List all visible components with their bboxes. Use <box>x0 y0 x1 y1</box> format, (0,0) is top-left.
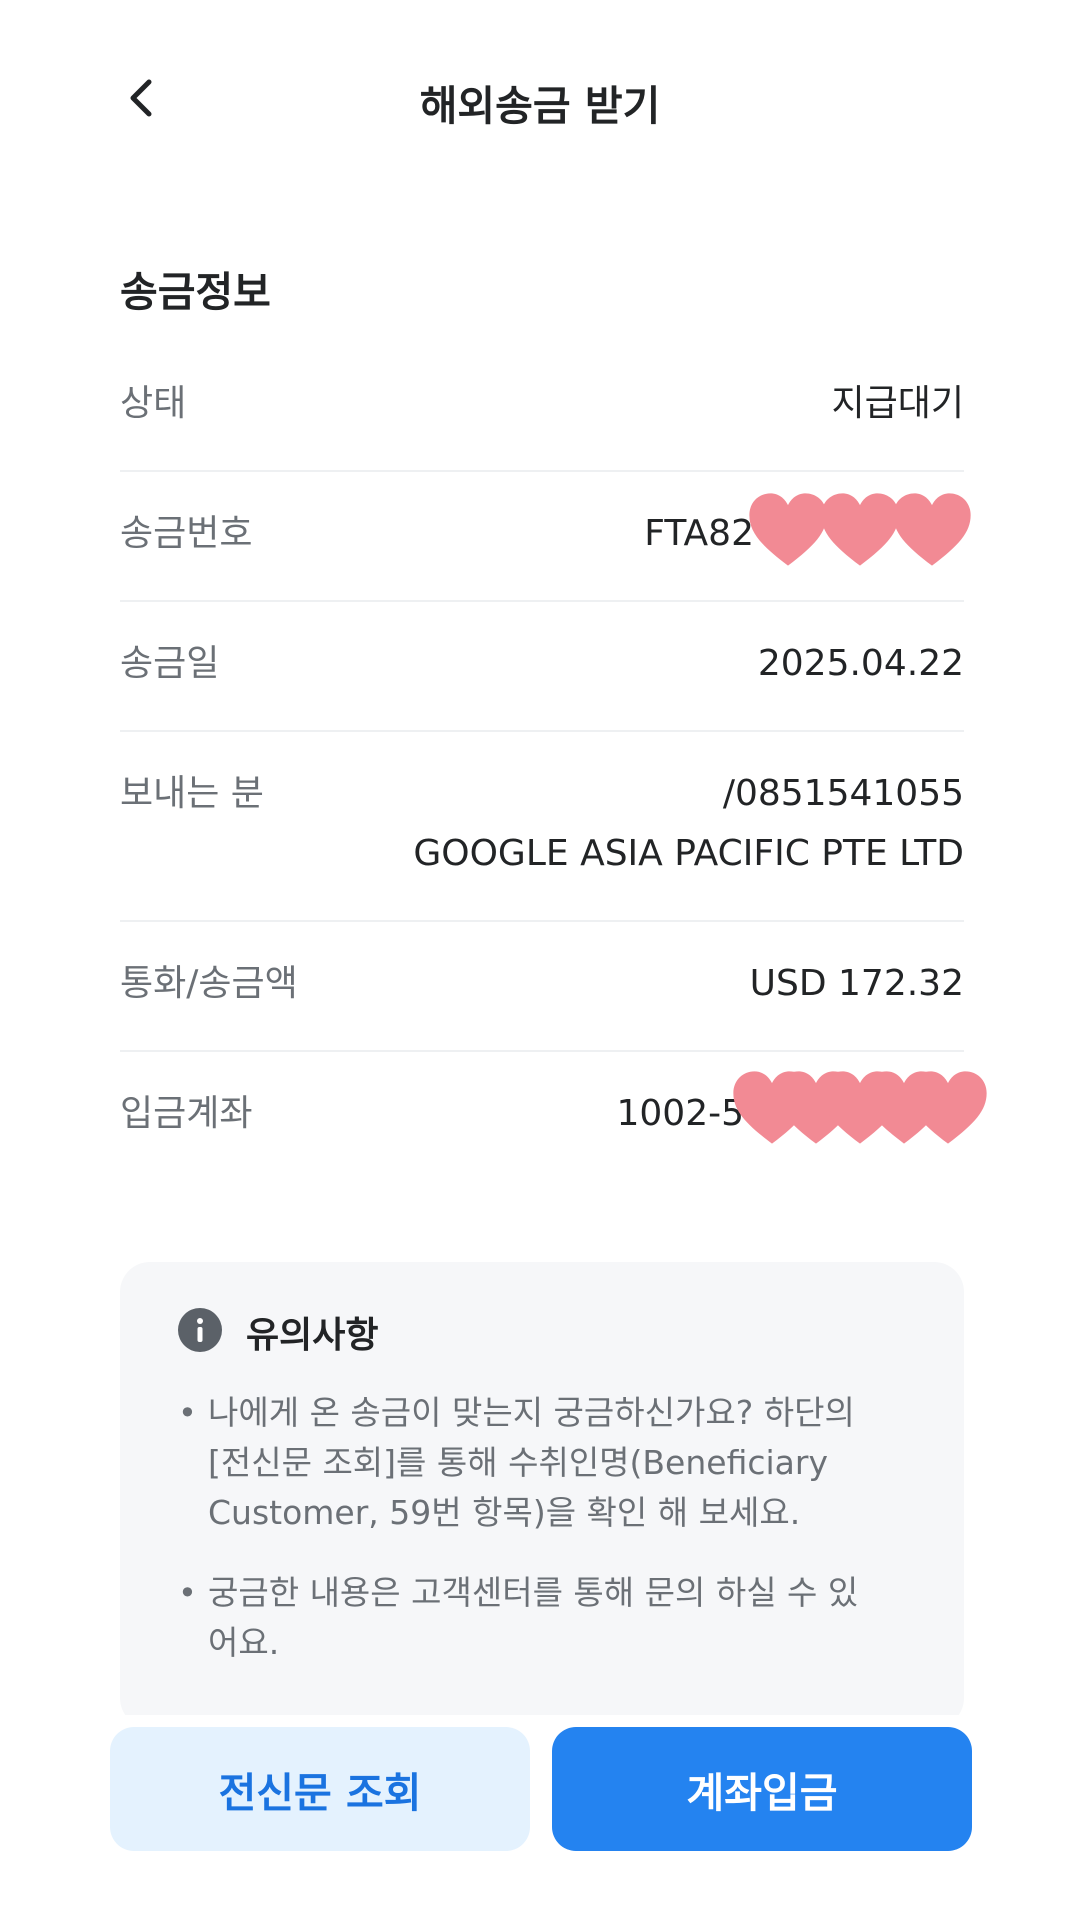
app-header: 해외송금 받기 <box>0 0 1080 200</box>
info-row-sender: 보내는 분 /0851541055 GOOGLE ASIA PACIFIC PT… <box>120 732 964 922</box>
notice-bullet-text: 나에게 온 송금이 맞는지 궁금하신가요? 하단의 [전신문 조회]를 통해 수… <box>208 1393 855 1532</box>
bullet-dot: • <box>178 1394 197 1432</box>
notice-box: 유의사항 • 나에게 온 송금이 맞는지 궁금하신가요? 하단의 [전신문 조회… <box>120 1262 964 1728</box>
bottom-action-bar: 전신문 조회 계좌입금 <box>0 1715 1080 1920</box>
notice-bullet: • 궁금한 내용은 고객센터를 통해 문의 하실 수 있어요. <box>178 1568 904 1668</box>
info-value-masked: FTA82 <box>644 493 971 566</box>
info-row-status: 상태 지급대기 <box>120 342 964 472</box>
info-value: FTA82 <box>644 513 754 554</box>
info-icon <box>178 1308 222 1356</box>
info-label: 입금계좌 <box>120 1093 253 1134</box>
remittance-info-list: 상태 지급대기 송금번호 FTA82 송금일 2025.04.22 보내는 분 … <box>120 342 987 1180</box>
info-label: 송금일 <box>120 643 220 684</box>
info-value: USD 172.32 <box>749 963 964 1004</box>
notice-title: 유의사항 <box>246 1315 379 1356</box>
info-value: 1002-5 <box>616 1093 744 1134</box>
info-value-masked: 1002-5 <box>616 1071 987 1144</box>
info-label: 통화/송금액 <box>120 963 298 1004</box>
info-row-remittance-date: 송금일 2025.04.22 <box>120 602 964 732</box>
info-value-multiline: /0851541055 GOOGLE ASIA PACIFIC PTE LTD <box>413 770 964 878</box>
sender-name: GOOGLE ASIA PACIFIC PTE LTD <box>413 833 964 874</box>
info-row-remittance-number: 송금번호 FTA82 <box>120 472 971 602</box>
heart-icon <box>906 1068 990 1152</box>
info-value: 2025.04.22 <box>757 643 964 684</box>
section-title: 송금정보 <box>120 268 271 316</box>
notice-header: 유의사항 <box>178 1306 904 1358</box>
info-label: 보내는 분 <box>120 773 264 814</box>
sender-account: /0851541055 <box>722 773 964 814</box>
info-label: 송금번호 <box>120 513 253 554</box>
notice-bullet: • 나에게 온 송금이 맞는지 궁금하신가요? 하단의 [전신문 조회]를 통해… <box>178 1388 904 1538</box>
bullet-dot: • <box>178 1574 197 1612</box>
heart-icon <box>890 490 974 574</box>
info-row-deposit-account: 입금계좌 1002-5 <box>120 1052 987 1180</box>
notice-bullet-text: 궁금한 내용은 고객센터를 통해 문의 하실 수 있어요. <box>208 1573 859 1662</box>
page-title: 해외송금 받기 <box>419 82 661 130</box>
view-telegram-button[interactable]: 전신문 조회 <box>110 1727 530 1851</box>
privacy-mask <box>733 1068 990 1152</box>
info-row-amount: 통화/송금액 USD 172.32 <box>120 922 964 1052</box>
info-label: 상태 <box>120 383 187 424</box>
deposit-to-account-button[interactable]: 계좌입금 <box>552 1727 972 1851</box>
info-value: 지급대기 <box>831 383 964 424</box>
privacy-mask <box>749 490 974 574</box>
